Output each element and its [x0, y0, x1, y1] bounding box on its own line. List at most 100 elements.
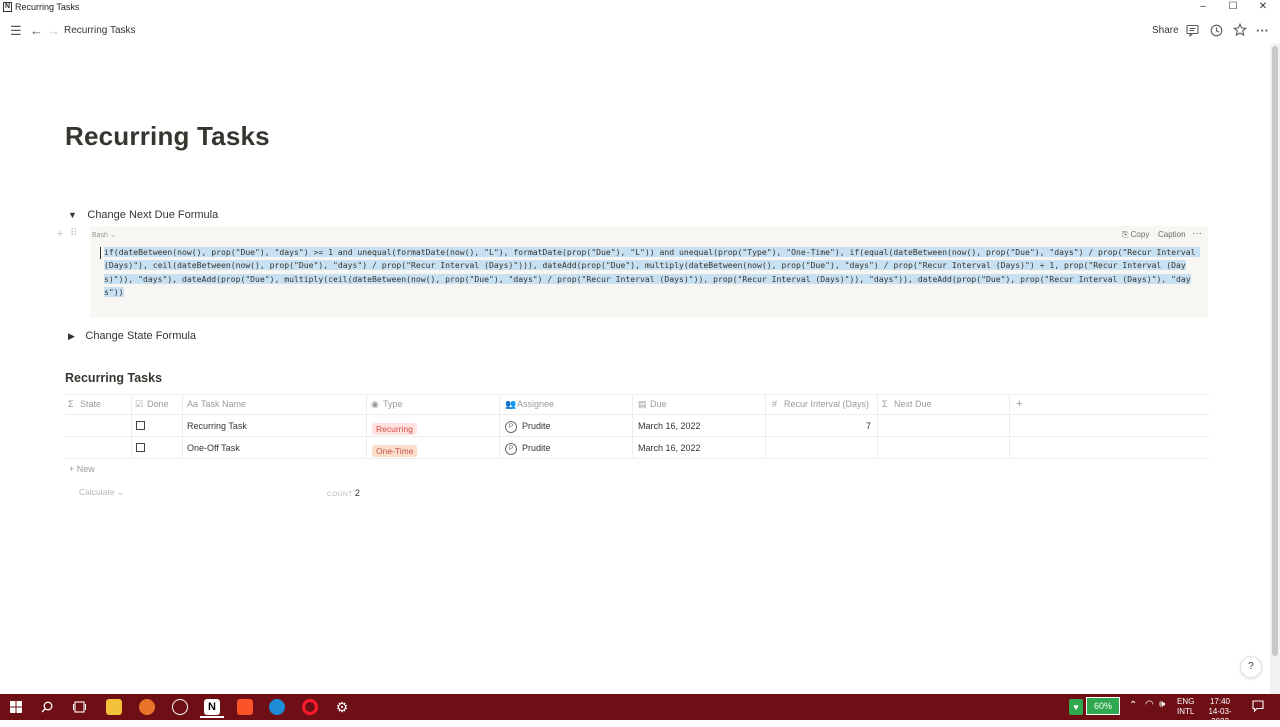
task-view-icon[interactable]	[66, 694, 92, 720]
assignee-name: Prudite	[522, 443, 551, 453]
notification-center-icon[interactable]	[1252, 700, 1264, 714]
done-checkbox[interactable]	[136, 421, 145, 430]
edge-browser-icon[interactable]	[269, 699, 285, 715]
help-button[interactable]: ?	[1240, 656, 1262, 678]
code-more-options-icon[interactable]: ···	[1192, 228, 1202, 239]
sigma-icon: Σ	[882, 399, 888, 409]
search-icon[interactable]	[34, 694, 60, 720]
due-cell[interactable]: March 16, 2022	[638, 415, 701, 437]
code-content[interactable]: if(dateBetween(now(), prop("Due"), "days…	[104, 246, 1201, 300]
table-row[interactable]: One-Off Task One-Time P Prudite March 16,…	[65, 437, 1209, 459]
clock-time: 17:40	[1209, 697, 1231, 706]
column-label: Recur Interval (Days)	[784, 399, 870, 409]
chatgpt-icon[interactable]	[172, 699, 188, 715]
calculate-dropdown[interactable]: Calculate ⌄	[79, 487, 124, 498]
sidebar-menu-icon[interactable]: ☰	[10, 18, 22, 44]
windows-start-icon[interactable]	[3, 694, 29, 720]
share-button[interactable]: Share	[1152, 18, 1179, 44]
toggle-label: Change State Formula	[85, 330, 197, 342]
text-cursor	[100, 247, 101, 259]
avatar: P	[505, 442, 517, 455]
chevron-down-icon: ⌄	[116, 487, 124, 497]
task-name-cell[interactable]: One-Off Task	[187, 437, 240, 459]
more-options-icon[interactable]: ···	[1256, 18, 1269, 44]
select-icon: ◉	[371, 399, 379, 409]
hash-icon: #	[772, 399, 778, 409]
avatar: P	[505, 420, 517, 433]
done-checkbox[interactable]	[136, 443, 145, 452]
column-label: Task Name	[201, 399, 247, 409]
table-top-border	[65, 394, 1209, 395]
task-name-cell[interactable]: Recurring Task	[187, 415, 247, 437]
column-label: Type	[383, 399, 403, 409]
chevron-down-icon: ⌄	[109, 232, 116, 239]
breadcrumb[interactable]: Recurring Tasks	[64, 18, 136, 44]
back-arrow-icon[interactable]: ←	[30, 18, 43, 44]
toggle-state-formula[interactable]: ▶ Change State Formula	[68, 326, 196, 344]
forward-arrow-icon[interactable]: →	[47, 18, 60, 44]
count-value: 2	[354, 488, 361, 498]
database-title[interactable]: Recurring Tasks	[65, 371, 162, 385]
security-shield-icon[interactable]: ♥	[1069, 699, 1083, 715]
keyboard-layout: INTL	[1177, 707, 1195, 716]
recur-interval-cell[interactable]: 7	[767, 415, 871, 437]
language-indicator[interactable]: ENG INTL	[1177, 697, 1194, 717]
person-icon: 👥	[505, 399, 517, 409]
row-divider	[65, 458, 1209, 459]
favorite-star-icon[interactable]	[1232, 22, 1248, 42]
close-button[interactable]: ✕	[1248, 0, 1278, 14]
sigma-icon: Σ	[68, 399, 74, 409]
due-cell[interactable]: March 16, 2022	[638, 437, 701, 459]
firefox-icon[interactable]	[139, 699, 155, 715]
drag-handle-icon[interactable]: ⠿	[70, 228, 77, 239]
code-text[interactable]: if(dateBetween(now(), prop("Due"), "days…	[104, 247, 1201, 298]
scrollbar-thumb[interactable]	[1272, 46, 1278, 656]
toggle-open-triangle-icon[interactable]: ▼	[68, 210, 77, 220]
count-summary[interactable]: COUNT 2	[327, 488, 360, 498]
type-tag[interactable]: One-Time	[372, 445, 418, 457]
wifi-icon[interactable]: ◠	[1145, 699, 1154, 710]
column-label: State	[80, 399, 102, 409]
column-label: Next Due	[894, 399, 932, 409]
column-label: Due	[650, 399, 667, 409]
window-title-bar: N Recurring Tasks – ☐ ✕	[0, 0, 1280, 16]
column-label: Done	[147, 399, 169, 409]
show-hidden-icons-chevron-icon[interactable]: ⌃	[1129, 700, 1137, 711]
settings-gear-icon[interactable]: ⚙	[329, 694, 355, 720]
code-language-select[interactable]: Bash ⌄	[92, 231, 116, 239]
notion-icon[interactable]: N	[204, 699, 220, 715]
window-title: Recurring Tasks	[15, 2, 80, 12]
count-label: COUNT	[327, 491, 353, 498]
comments-icon[interactable]	[1186, 24, 1199, 42]
top-navigation-bar: ☰ ← → Recurring Tasks Share ···	[0, 18, 1270, 44]
new-row-button[interactable]: + New	[69, 464, 95, 474]
table-row[interactable]: Recurring Task Recurring P Prudite March …	[65, 415, 1209, 437]
column-label: Assignee	[517, 399, 555, 409]
assignee-name: Prudite	[522, 421, 551, 431]
assignee-cell[interactable]: P Prudite	[505, 415, 551, 437]
code-language-label: Bash	[92, 232, 108, 239]
volume-icon[interactable]: 🕪	[1159, 699, 1165, 710]
calculate-label: Calculate	[79, 487, 115, 497]
brave-browser-icon[interactable]	[237, 699, 253, 715]
clock-date: 14-03-2022	[1208, 707, 1232, 726]
type-tag[interactable]: Recurring	[372, 423, 417, 435]
text-icon: Aa	[187, 399, 199, 409]
caption-button[interactable]: Caption	[1158, 230, 1186, 239]
opera-icon[interactable]	[302, 699, 318, 715]
copy-code-button[interactable]: ⎘ Copy	[1122, 230, 1149, 240]
clock[interactable]: 17:40 14-03-2022	[1200, 697, 1240, 727]
minimize-button[interactable]: –	[1188, 0, 1218, 14]
file-explorer-icon[interactable]	[106, 699, 122, 715]
history-clock-icon[interactable]	[1210, 24, 1223, 42]
toggle-closed-triangle-icon[interactable]: ▶	[68, 331, 75, 341]
page-title[interactable]: Recurring Tasks	[65, 121, 270, 152]
toggle-label: Change Next Due Formula	[87, 209, 219, 221]
active-app-indicator	[200, 716, 224, 718]
copy-label: Copy	[1130, 230, 1150, 239]
battery-indicator[interactable]: 60%	[1086, 697, 1120, 715]
toggle-next-due-formula[interactable]: ▼ Change Next Due Formula	[68, 205, 218, 223]
add-block-icon[interactable]: +	[57, 228, 63, 240]
assignee-cell[interactable]: P Prudite	[505, 437, 551, 459]
maximize-button[interactable]: ☐	[1218, 0, 1248, 14]
